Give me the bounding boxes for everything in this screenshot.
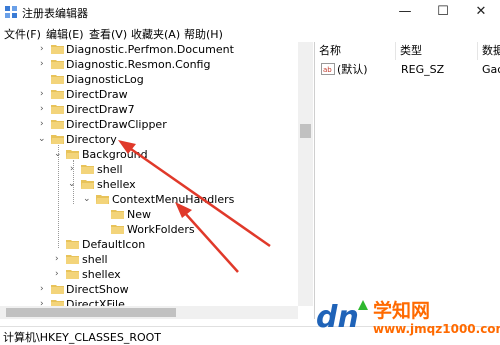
expand-icon xyxy=(40,73,49,86)
folder-open-icon xyxy=(66,150,79,159)
expand-icon[interactable]: › xyxy=(40,43,49,56)
folder-icon xyxy=(51,45,64,54)
expand-icon[interactable]: › xyxy=(40,283,49,296)
watermark-title: 学知网 xyxy=(373,300,431,322)
registry-tree[interactable]: › Diagnostic.Perfmon.Document › Diagnost… xyxy=(0,42,315,319)
expand-icon[interactable]: › xyxy=(40,58,49,71)
tree-vertical-scrollbar[interactable] xyxy=(298,42,313,306)
tree-item-background[interactable]: ⌄ Background xyxy=(0,147,298,162)
watermark-site: www.jmqz1000.com xyxy=(373,322,500,336)
tree-item[interactable]: › DirectDraw xyxy=(0,87,298,102)
expand-icon[interactable]: › xyxy=(40,103,49,116)
tree-item-label: DirectShow xyxy=(66,283,129,296)
tree-item-label: Diagnostic.Perfmon.Document xyxy=(66,43,234,56)
tree-item[interactable]: › Diagnostic.Perfmon.Document xyxy=(0,42,298,57)
expand-icon[interactable]: › xyxy=(55,253,64,266)
value-data: Gac xyxy=(482,63,500,76)
tree-item-directory[interactable]: ⌄ Directory xyxy=(0,132,298,147)
tree-item-label: ContextMenuHandlers xyxy=(112,193,235,206)
folder-icon xyxy=(51,90,64,99)
expand-icon[interactable]: › xyxy=(70,163,79,176)
tree-item-label: Diagnostic.Resmon.Config xyxy=(66,58,211,71)
tree-item-new[interactable]: New xyxy=(0,207,298,222)
minimize-button[interactable]: — xyxy=(386,0,424,24)
folder-icon xyxy=(66,255,79,264)
tree-item-label: shellex xyxy=(97,178,136,191)
registry-editor-icon xyxy=(5,6,17,18)
tree-item-label: DirectDraw xyxy=(66,88,128,101)
tree-item[interactable]: ⌄ shellex xyxy=(0,177,298,192)
values-list[interactable]: 名称 类型 数据 ab (默认) REG_SZ Gac xyxy=(315,42,500,319)
tree-item[interactable]: › shellex xyxy=(0,267,298,282)
close-button[interactable]: ✕ xyxy=(462,0,500,24)
tree-item-label: shell xyxy=(82,253,108,266)
folder-icon xyxy=(81,165,94,174)
scrollbar-thumb[interactable] xyxy=(6,308,176,317)
tree-item[interactable]: DiagnosticLog xyxy=(0,72,298,87)
tree-item[interactable]: › Diagnostic.Resmon.Config xyxy=(0,57,298,72)
value-name: (默认) xyxy=(337,63,368,76)
menu-view[interactable]: 查看(V) xyxy=(89,26,127,42)
tree-item-label: DirectDraw7 xyxy=(66,103,135,116)
folder-open-icon xyxy=(96,195,109,204)
tree-item-label: DirectDrawClipper xyxy=(66,118,167,131)
folder-icon xyxy=(66,270,79,279)
tree-item[interactable]: DefaultIcon xyxy=(0,237,298,252)
expand-icon[interactable]: › xyxy=(55,268,64,281)
folder-icon xyxy=(51,75,64,84)
tree-item-label: shellex xyxy=(82,268,121,281)
maximize-button[interactable]: ☐ xyxy=(424,0,462,24)
tree-item[interactable]: › DirectDrawClipper xyxy=(0,117,298,132)
status-path: 计算机\HKEY_CLASSES_ROOT xyxy=(3,331,162,344)
menu-file[interactable]: 文件(F) xyxy=(4,26,41,42)
tree-item-label: shell xyxy=(97,163,123,176)
watermark-arrow-icon xyxy=(358,300,368,310)
expand-icon[interactable]: › xyxy=(40,118,49,131)
collapse-icon[interactable]: ⌄ xyxy=(83,193,92,206)
collapse-icon[interactable]: ⌄ xyxy=(38,133,47,146)
value-type: REG_SZ xyxy=(401,63,445,76)
tree-item-label: WorkFolders xyxy=(127,223,195,236)
tree-item-context-menu-handlers[interactable]: ⌄ ContextMenuHandlers xyxy=(0,192,298,207)
folder-open-icon xyxy=(51,135,64,144)
tree-item-label: DefaultIcon xyxy=(82,238,146,251)
folder-icon xyxy=(111,210,124,219)
tree-item-work-folders[interactable]: WorkFolders xyxy=(0,222,298,237)
title-bar: 注册表编辑器 — ☐ ✕ xyxy=(0,0,500,24)
tree-item[interactable]: › DirectDraw7 xyxy=(0,102,298,117)
folder-open-icon xyxy=(81,180,94,189)
tree-horizontal-scrollbar[interactable] xyxy=(0,306,298,319)
folder-icon xyxy=(51,60,64,69)
collapse-icon[interactable]: ⌄ xyxy=(54,148,63,161)
menu-help[interactable]: 帮助(H) xyxy=(184,26,223,42)
folder-icon xyxy=(51,105,64,114)
site-watermark: dn 学知网 www.jmqz1000.com xyxy=(316,296,500,340)
tree-item-label: New xyxy=(127,208,151,221)
tree-item[interactable]: › DirectShow xyxy=(0,282,298,297)
tree-item-label: DiagnosticLog xyxy=(66,73,144,86)
string-value-icon: ab xyxy=(321,63,335,75)
watermark-logo: dn xyxy=(316,300,359,335)
menu-favorites[interactable]: 收藏夹(A) xyxy=(131,26,180,42)
scrollbar-thumb[interactable] xyxy=(300,124,311,138)
column-header-data[interactable]: 数据 xyxy=(478,42,500,60)
tree-item-label: Background xyxy=(82,148,148,161)
tree-item[interactable]: › shell xyxy=(0,162,298,177)
folder-icon xyxy=(51,120,64,129)
folder-icon xyxy=(51,285,64,294)
column-header-type[interactable]: 类型 xyxy=(396,42,478,60)
folder-icon xyxy=(66,240,79,249)
svg-text:ab: ab xyxy=(323,66,332,74)
tree-item[interactable]: › shell xyxy=(0,252,298,267)
folder-icon xyxy=(111,225,124,234)
column-header-name[interactable]: 名称 xyxy=(315,42,396,60)
expand-icon[interactable]: › xyxy=(40,88,49,101)
menu-bar: 文件(F) 编辑(E) 查看(V) 收藏夹(A) 帮助(H) xyxy=(0,24,500,42)
tree-item-label: Directory xyxy=(66,133,117,146)
window-title: 注册表编辑器 xyxy=(22,7,88,20)
menu-edit[interactable]: 编辑(E) xyxy=(46,26,84,42)
collapse-icon[interactable]: ⌄ xyxy=(68,178,77,191)
